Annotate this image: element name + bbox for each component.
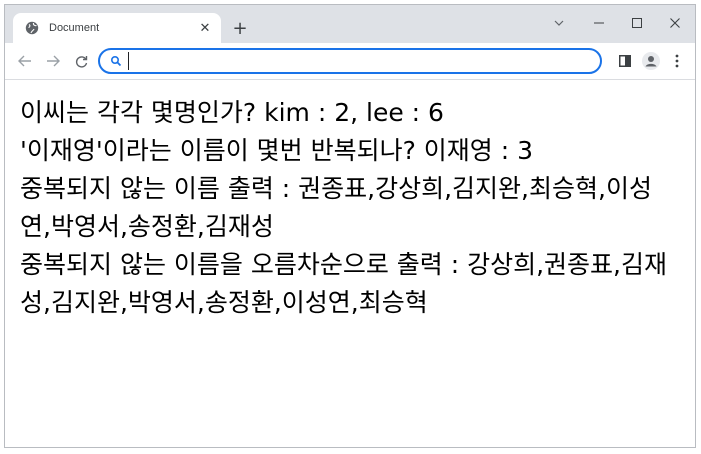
- tab-title: Document: [49, 22, 100, 34]
- address-input[interactable]: [128, 52, 589, 70]
- maximize-icon[interactable]: [617, 9, 657, 37]
- new-tab-button[interactable]: +: [229, 17, 251, 39]
- profile-avatar-icon[interactable]: [641, 51, 661, 71]
- tab-strip: Document ✕ +: [5, 5, 695, 43]
- globe-icon: [25, 21, 39, 35]
- browser-window: Document ✕ + 이씨는 각각 몇명인가? kim: 2, lee:…: [4, 4, 696, 448]
- reload-icon[interactable]: [71, 51, 91, 71]
- output-line: '이재영'이라는 이름이 몇번 반복되나? 이재영 : 3: [20, 136, 534, 165]
- output-line: 중복되지 않는 이름 출력 : 권종표,강상희,김지완,최승혁,이성연,박영서,…: [20, 174, 652, 241]
- side-panel-icon[interactable]: [615, 51, 635, 71]
- close-tab-icon[interactable]: ✕: [197, 20, 213, 36]
- output-text: 이씨는 각각 몇명인가? kim : 2, lee : 6 '이재영'이라는 이…: [20, 94, 675, 322]
- browser-toolbar: [5, 43, 695, 80]
- search-icon: [110, 55, 122, 67]
- output-line: 중복되지 않는 이름을 오름차순으로 출력 : 강상희,권종표,김재성,김지완,…: [20, 250, 667, 317]
- output-line: 이씨는 각각 몇명인가? kim : 2, lee : 6: [20, 98, 444, 127]
- tab-search-icon[interactable]: [539, 9, 579, 37]
- minimize-icon[interactable]: [579, 9, 619, 37]
- tab-document[interactable]: Document ✕: [13, 13, 221, 43]
- forward-arrow-icon[interactable]: [43, 51, 63, 71]
- close-window-icon[interactable]: [655, 9, 695, 37]
- page-content: 이씨는 각각 몇명인가? kim : 2, lee : 6 '이재영'이라는 이…: [5, 80, 695, 447]
- back-arrow-icon[interactable]: [15, 51, 35, 71]
- address-bar[interactable]: [98, 48, 602, 74]
- menu-kebab-icon[interactable]: [667, 51, 687, 71]
